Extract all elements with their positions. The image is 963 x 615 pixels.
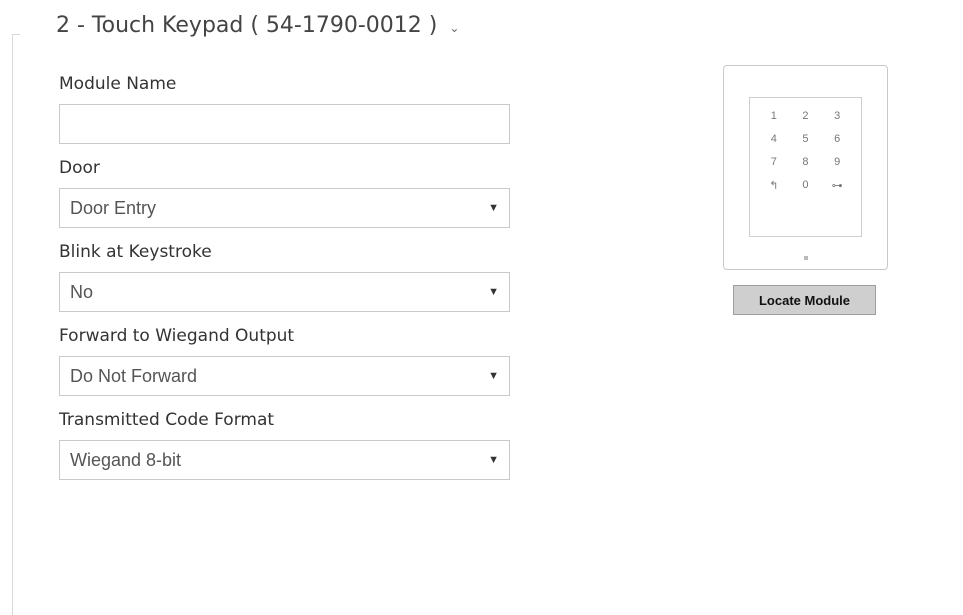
keypad-key: 6	[834, 133, 841, 145]
keypad-key: 0	[802, 179, 809, 191]
status-led	[804, 256, 808, 260]
keypad-screen: 1 2 3 4 5 6 7 8 9 ↰ 0 ⊶	[749, 97, 862, 237]
module-section-header[interactable]: 2 - Touch Keypad ( 54-1790-0012 ) ⌄	[56, 13, 459, 38]
dropdown-arrow-icon: ▼	[488, 202, 499, 214]
keypad-key: 7	[770, 156, 777, 168]
keypad-key: 4	[770, 133, 777, 145]
dropdown-arrow-icon: ▼	[488, 370, 499, 382]
module-settings-form: Module Name Door Door Entry ▼ Blink at K…	[59, 72, 510, 492]
keypad-back-key: ↰	[769, 180, 779, 192]
keypad-key: 8	[802, 156, 809, 168]
section-bracket-line	[12, 34, 13, 615]
module-name-label: Module Name	[59, 74, 177, 94]
keypad-key: 1	[770, 110, 777, 122]
door-select[interactable]: Door Entry ▼	[59, 188, 510, 228]
wiegand-output-select-value: Do Not Forward	[70, 365, 198, 386]
code-format-select-value: Wiegand 8-bit	[70, 449, 182, 470]
locate-module-button[interactable]: Locate Module	[733, 285, 876, 315]
keypad-key: 2	[802, 110, 809, 122]
keypad-keys: 1 2 3 4 5 6 7 8 9 ↰ 0 ⊶	[758, 110, 853, 192]
blink-label: Blink at Keystroke	[59, 242, 212, 262]
module-name-input[interactable]	[59, 104, 510, 144]
blink-select-value: No	[70, 281, 94, 302]
wiegand-output-select[interactable]: Do Not Forward ▼	[59, 356, 510, 396]
door-label: Door	[59, 158, 100, 178]
keypad-key: 9	[834, 156, 841, 168]
door-select-value: Door Entry	[70, 197, 157, 218]
dropdown-arrow-icon: ▼	[488, 454, 499, 466]
dropdown-arrow-icon: ▼	[488, 286, 499, 298]
code-format-label: Transmitted Code Format	[59, 410, 275, 430]
keypad-key: 3	[834, 110, 841, 122]
keypad-key-icon: ⊶	[831, 180, 843, 192]
keypad-key: 5	[802, 133, 809, 145]
chevron-down-icon[interactable]: ⌄	[449, 21, 459, 35]
blink-select[interactable]: No ▼	[59, 272, 510, 312]
wiegand-output-label: Forward to Wiegand Output	[59, 326, 295, 346]
code-format-select[interactable]: Wiegand 8-bit ▼	[59, 440, 510, 480]
touch-keypad-device-image: 1 2 3 4 5 6 7 8 9 ↰ 0 ⊶	[723, 65, 888, 270]
section-bracket-tick	[12, 34, 20, 35]
module-title: 2 - Touch Keypad ( 54-1790-0012 )	[56, 13, 438, 38]
